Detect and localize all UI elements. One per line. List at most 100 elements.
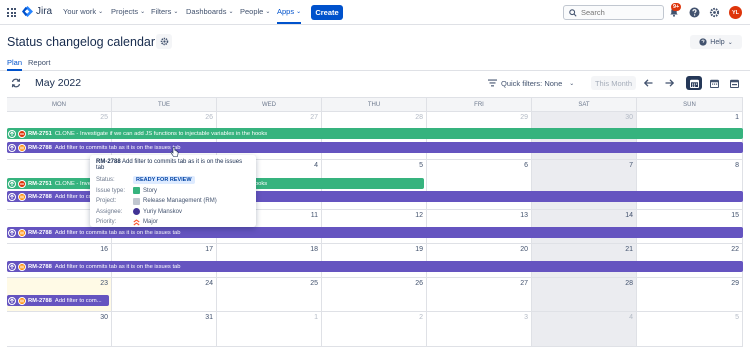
event-summary: CLONE - Investigate if we can add JS fun… — [54, 130, 268, 137]
calendar-day[interactable]: 8 — [637, 160, 743, 210]
tab-report[interactable]: Report — [28, 58, 51, 67]
event-key: RM-2788 — [28, 263, 52, 270]
calendar-day[interactable]: 4 — [532, 312, 637, 347]
search-box[interactable] — [563, 5, 664, 20]
calendar-event[interactable]: RM-2788 Add filter to commits tab as it … — [7, 261, 743, 272]
day-number: 28 — [625, 280, 633, 287]
tooltip-priority-row: Priority: Major — [96, 217, 250, 228]
day-number: 4 — [629, 314, 633, 321]
calendar-day[interactable]: 29 — [637, 278, 743, 312]
day-number: 18 — [310, 246, 318, 253]
calendar-day[interactable]: 26 — [322, 278, 427, 312]
next-month-button[interactable] — [662, 76, 676, 90]
weekday-header: THU — [322, 98, 427, 112]
help-button[interactable] — [688, 6, 700, 18]
chevron-down-icon: ⌄ — [296, 9, 302, 15]
chevron-down-icon: ⌄ — [228, 9, 234, 15]
nav-projects-label: Projects — [111, 7, 139, 16]
nav-apps-label: Apps — [277, 7, 295, 16]
weekday-header: FRI — [427, 98, 532, 112]
calendar-day[interactable]: 30 — [7, 312, 112, 347]
nav-projects[interactable]: Projects ⌄ — [111, 7, 145, 16]
day-number: 31 — [205, 314, 213, 321]
tooltip-value: Story — [143, 187, 158, 194]
calendar-day[interactable]: 1 — [217, 312, 322, 347]
event-summary: Add filter to commits tab as it is on th… — [54, 263, 181, 270]
tooltip-label: Project: — [96, 198, 117, 205]
day-number: 8 — [735, 162, 739, 169]
calendar-day[interactable]: 2 — [322, 312, 427, 347]
nav-filters[interactable]: Filters ⌄ — [151, 7, 178, 16]
arrow-up-circle-icon — [8, 262, 16, 271]
quick-filters-label: Quick filters: None — [501, 78, 563, 88]
previous-month-button[interactable] — [641, 76, 655, 90]
user-avatar[interactable]: YL — [729, 6, 742, 19]
arrow-up-circle-icon — [8, 192, 16, 201]
current-month-label: May 2022 — [35, 77, 82, 89]
jira-logo-text: Jira — [36, 6, 53, 17]
calendar-settings-button[interactable] — [156, 34, 172, 49]
nav-your-work[interactable]: Your work ⌄ — [63, 7, 103, 16]
calendar-day[interactable]: 27 — [427, 278, 532, 312]
day-view-button[interactable] — [726, 76, 742, 90]
month-view-button[interactable] — [686, 76, 702, 90]
issue-tooltip: RM-2788 Add filter to commits tab as it … — [90, 155, 256, 227]
quick-filters-dropdown[interactable]: Quick filters: None ⌄ — [484, 76, 582, 90]
page-title: Status changelog calendar — [7, 35, 156, 49]
calendar-day[interactable]: 7 — [532, 160, 637, 210]
calendar-day[interactable]: 3 — [427, 312, 532, 347]
event-key: RM-2788 — [28, 144, 52, 151]
week-view-button[interactable] — [706, 76, 722, 90]
arrow-left-icon — [643, 79, 652, 87]
this-month-button[interactable]: This Month — [591, 76, 636, 90]
calendar-month-icon — [689, 79, 699, 88]
calendar-day[interactable]: 25 — [217, 278, 322, 312]
nav-apps[interactable]: Apps ⌄ — [277, 7, 302, 24]
calendar-event[interactable]: RM-2788 Add filter to commits tab as it … — [7, 142, 743, 153]
calendar-event[interactable]: RM-2751 CLONE - Investigate if we can ad… — [7, 128, 743, 139]
calendar-event[interactable]: RM-2788 Add filter to com... — [7, 295, 109, 306]
nav-people[interactable]: People ⌄ — [240, 7, 270, 16]
calendar-day[interactable]: 28 — [532, 278, 637, 312]
project-icon — [133, 197, 140, 205]
day-number: 20 — [520, 246, 528, 253]
day-number: 29 — [520, 114, 528, 121]
day-number: 21 — [625, 246, 633, 253]
arrow-up-circle-icon — [8, 143, 16, 152]
tab-plan[interactable]: Plan — [7, 58, 23, 71]
tooltip-label: Issue type: — [96, 187, 126, 194]
day-number: 29 — [731, 280, 739, 287]
arrow-right-icon — [665, 79, 674, 87]
day-number: 22 — [731, 246, 739, 253]
event-key: RM-2751 — [28, 130, 52, 137]
calendar-day[interactable]: 24 — [112, 278, 217, 312]
equals-icon — [18, 192, 26, 201]
event-summary: Add filter to commits tab as it is on th… — [54, 144, 181, 151]
day-number: 7 — [629, 162, 633, 169]
refresh-icon[interactable] — [11, 78, 21, 88]
chevron-down-icon: ⌄ — [727, 39, 733, 46]
jira-logo[interactable]: Jira — [22, 6, 52, 17]
page-help-button[interactable]: Help ⌄ — [690, 35, 742, 49]
top-navigation: Jira Your work ⌄ Projects ⌄ Filters ⌄ Da… — [0, 0, 750, 25]
calendar-day[interactable]: 6 — [427, 160, 532, 210]
jira-logo-icon — [22, 6, 33, 17]
calendar-day[interactable]: 31 — [112, 312, 217, 347]
arrow-up-circle-icon — [8, 179, 16, 188]
nav-people-label: People — [240, 7, 264, 16]
tooltip-value: Release Management (RM) — [143, 198, 217, 205]
calendar-day[interactable]: 5 — [637, 312, 743, 347]
tooltip-issue-type-row: Issue type: Story — [96, 186, 250, 197]
day-number: 6 — [524, 162, 528, 169]
create-button[interactable]: Create — [311, 5, 343, 20]
day-number: 2 — [419, 314, 423, 321]
search-input[interactable] — [581, 8, 651, 17]
app-switcher-icon[interactable] — [7, 8, 16, 17]
settings-button[interactable] — [708, 6, 720, 18]
nav-dashboards[interactable]: Dashboards ⌄ — [186, 7, 233, 16]
calendar-event[interactable]: RM-2788 Add filter to commits tab as it … — [7, 227, 743, 238]
chevron-down-icon: ⌄ — [140, 9, 146, 15]
tooltip-label: Status: — [96, 177, 115, 184]
nav-dashboards-label: Dashboards — [186, 7, 227, 16]
weekday-header: MON — [7, 98, 112, 112]
